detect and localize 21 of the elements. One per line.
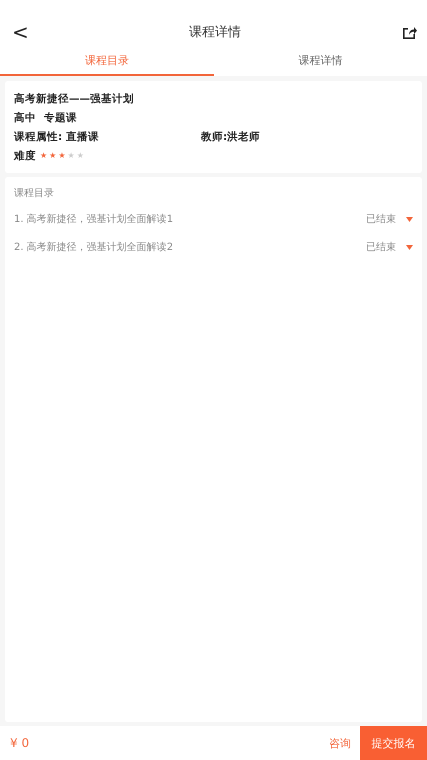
catalog-title: 课程目录 (14, 187, 55, 201)
course-type: 专题课 (44, 110, 77, 124)
lesson-title[interactable]: 1. 高考新捷径，强基计划全面解读1 (14, 212, 174, 226)
course-attribute: 课程属性: 直播课 (14, 130, 100, 144)
price: ¥ 0 (10, 736, 30, 750)
tab[interactable]: 课程目录 (0, 50, 214, 76)
caret-icon[interactable] (406, 216, 413, 222)
lesson-status: 已结束 (366, 212, 396, 226)
difficulty-stars: ★ ★ ★ ★ ★ (40, 151, 84, 160)
teacher-name: 教师:洪老师 (201, 130, 260, 144)
page-title: 课程详情 (188, 24, 241, 41)
caret-icon[interactable] (406, 244, 413, 250)
submit-button[interactable]: 提交报名 (360, 726, 427, 760)
difficulty-label: 难度 (14, 148, 36, 162)
tab[interactable]: 课程详情 (214, 50, 427, 76)
back-button[interactable]: < (12, 20, 29, 44)
course-level: 高中 (14, 110, 36, 124)
lesson-title[interactable]: 2. 高考新捷径，强基计划全面解读2 (14, 240, 174, 254)
consult-button[interactable]: 咨询 (329, 736, 351, 750)
course-name: 高考新捷径——强基计划 (14, 92, 134, 106)
lesson-status: 已结束 (366, 240, 396, 254)
